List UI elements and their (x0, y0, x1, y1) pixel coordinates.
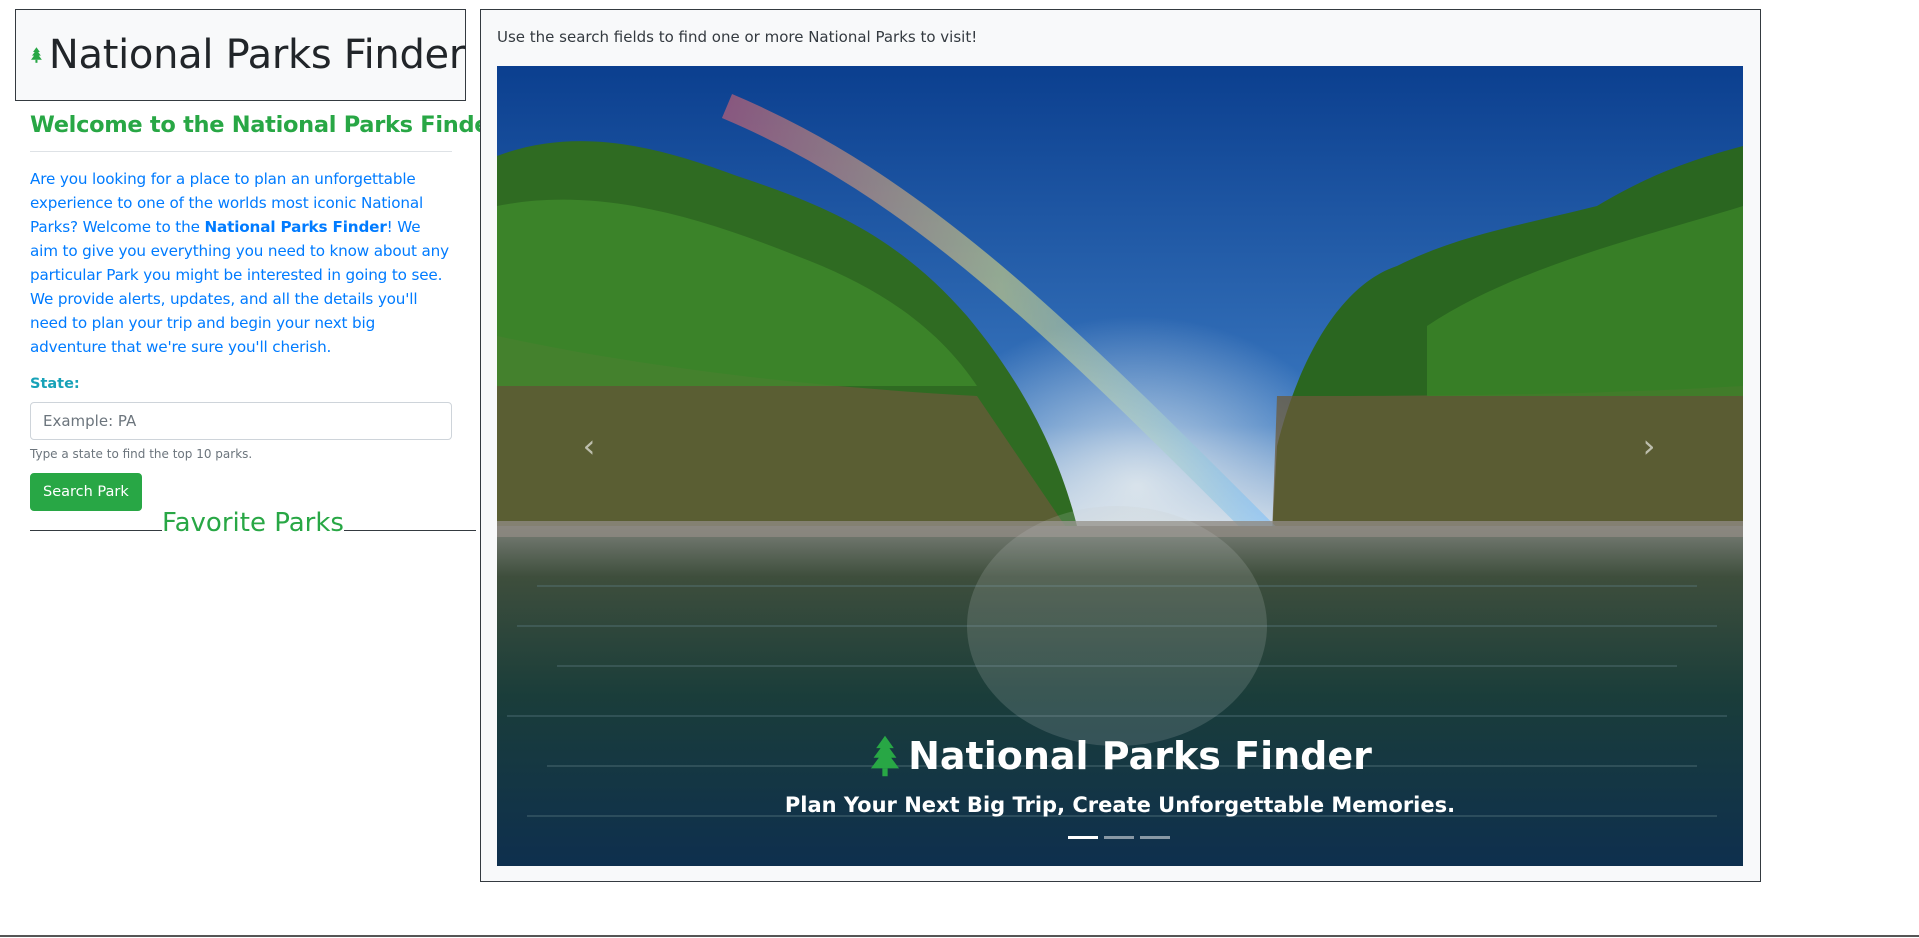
carousel-indicators (1068, 836, 1170, 839)
state-label: State: (30, 376, 80, 392)
tree-icon (31, 47, 42, 63)
favorite-parks-title: Favorite Parks (162, 508, 344, 538)
tree-icon (871, 735, 900, 777)
carousel-caption-title: National Parks Finder (497, 734, 1743, 778)
carousel-prev-control[interactable]: ‹ (569, 426, 609, 466)
divider (30, 151, 452, 152)
welcome-heading: Welcome to the National Parks Finder! (30, 112, 511, 138)
carousel-next-control[interactable]: › (1629, 426, 1669, 466)
favorites-rule-right (344, 530, 476, 531)
chevron-right-icon: › (1642, 427, 1656, 465)
chevron-left-icon: ‹ (582, 427, 596, 465)
brand-title: National Parks Finder (48, 32, 465, 78)
carousel-indicator-1[interactable] (1068, 836, 1098, 839)
carousel-indicator-3[interactable] (1140, 836, 1170, 839)
favorites-rule-left (30, 530, 162, 531)
hero-carousel: ‹ › National Parks Finder Plan Your Next… (497, 66, 1743, 866)
favorite-parks-header: Favorite Parks (30, 508, 476, 548)
state-input[interactable] (30, 402, 452, 440)
state-help-text: Type a state to find the top 10 parks. (30, 447, 253, 461)
intro-text: Are you looking for a place to plan an u… (30, 167, 452, 359)
brand-header: National Parks Finder (15, 9, 466, 101)
carousel-caption-subtitle: Plan Your Next Big Trip, Create Unforget… (784, 793, 1456, 817)
search-park-button[interactable]: Search Park (30, 473, 142, 511)
sidebar: Welcome to the National Parks Finder! Ar… (30, 108, 511, 511)
main-panel: Use the search fields to find one or mor… (480, 9, 1761, 882)
intro-brand-name: National Parks Finder (204, 218, 387, 236)
search-instructions: Use the search fields to find one or mor… (497, 28, 978, 46)
page-bottom-divider (0, 935, 1919, 937)
caption-title-text: National Parks Finder (908, 734, 1372, 778)
intro-text-end: ! We aim to give you everything you need… (30, 218, 449, 356)
carousel-indicator-2[interactable] (1104, 836, 1134, 839)
